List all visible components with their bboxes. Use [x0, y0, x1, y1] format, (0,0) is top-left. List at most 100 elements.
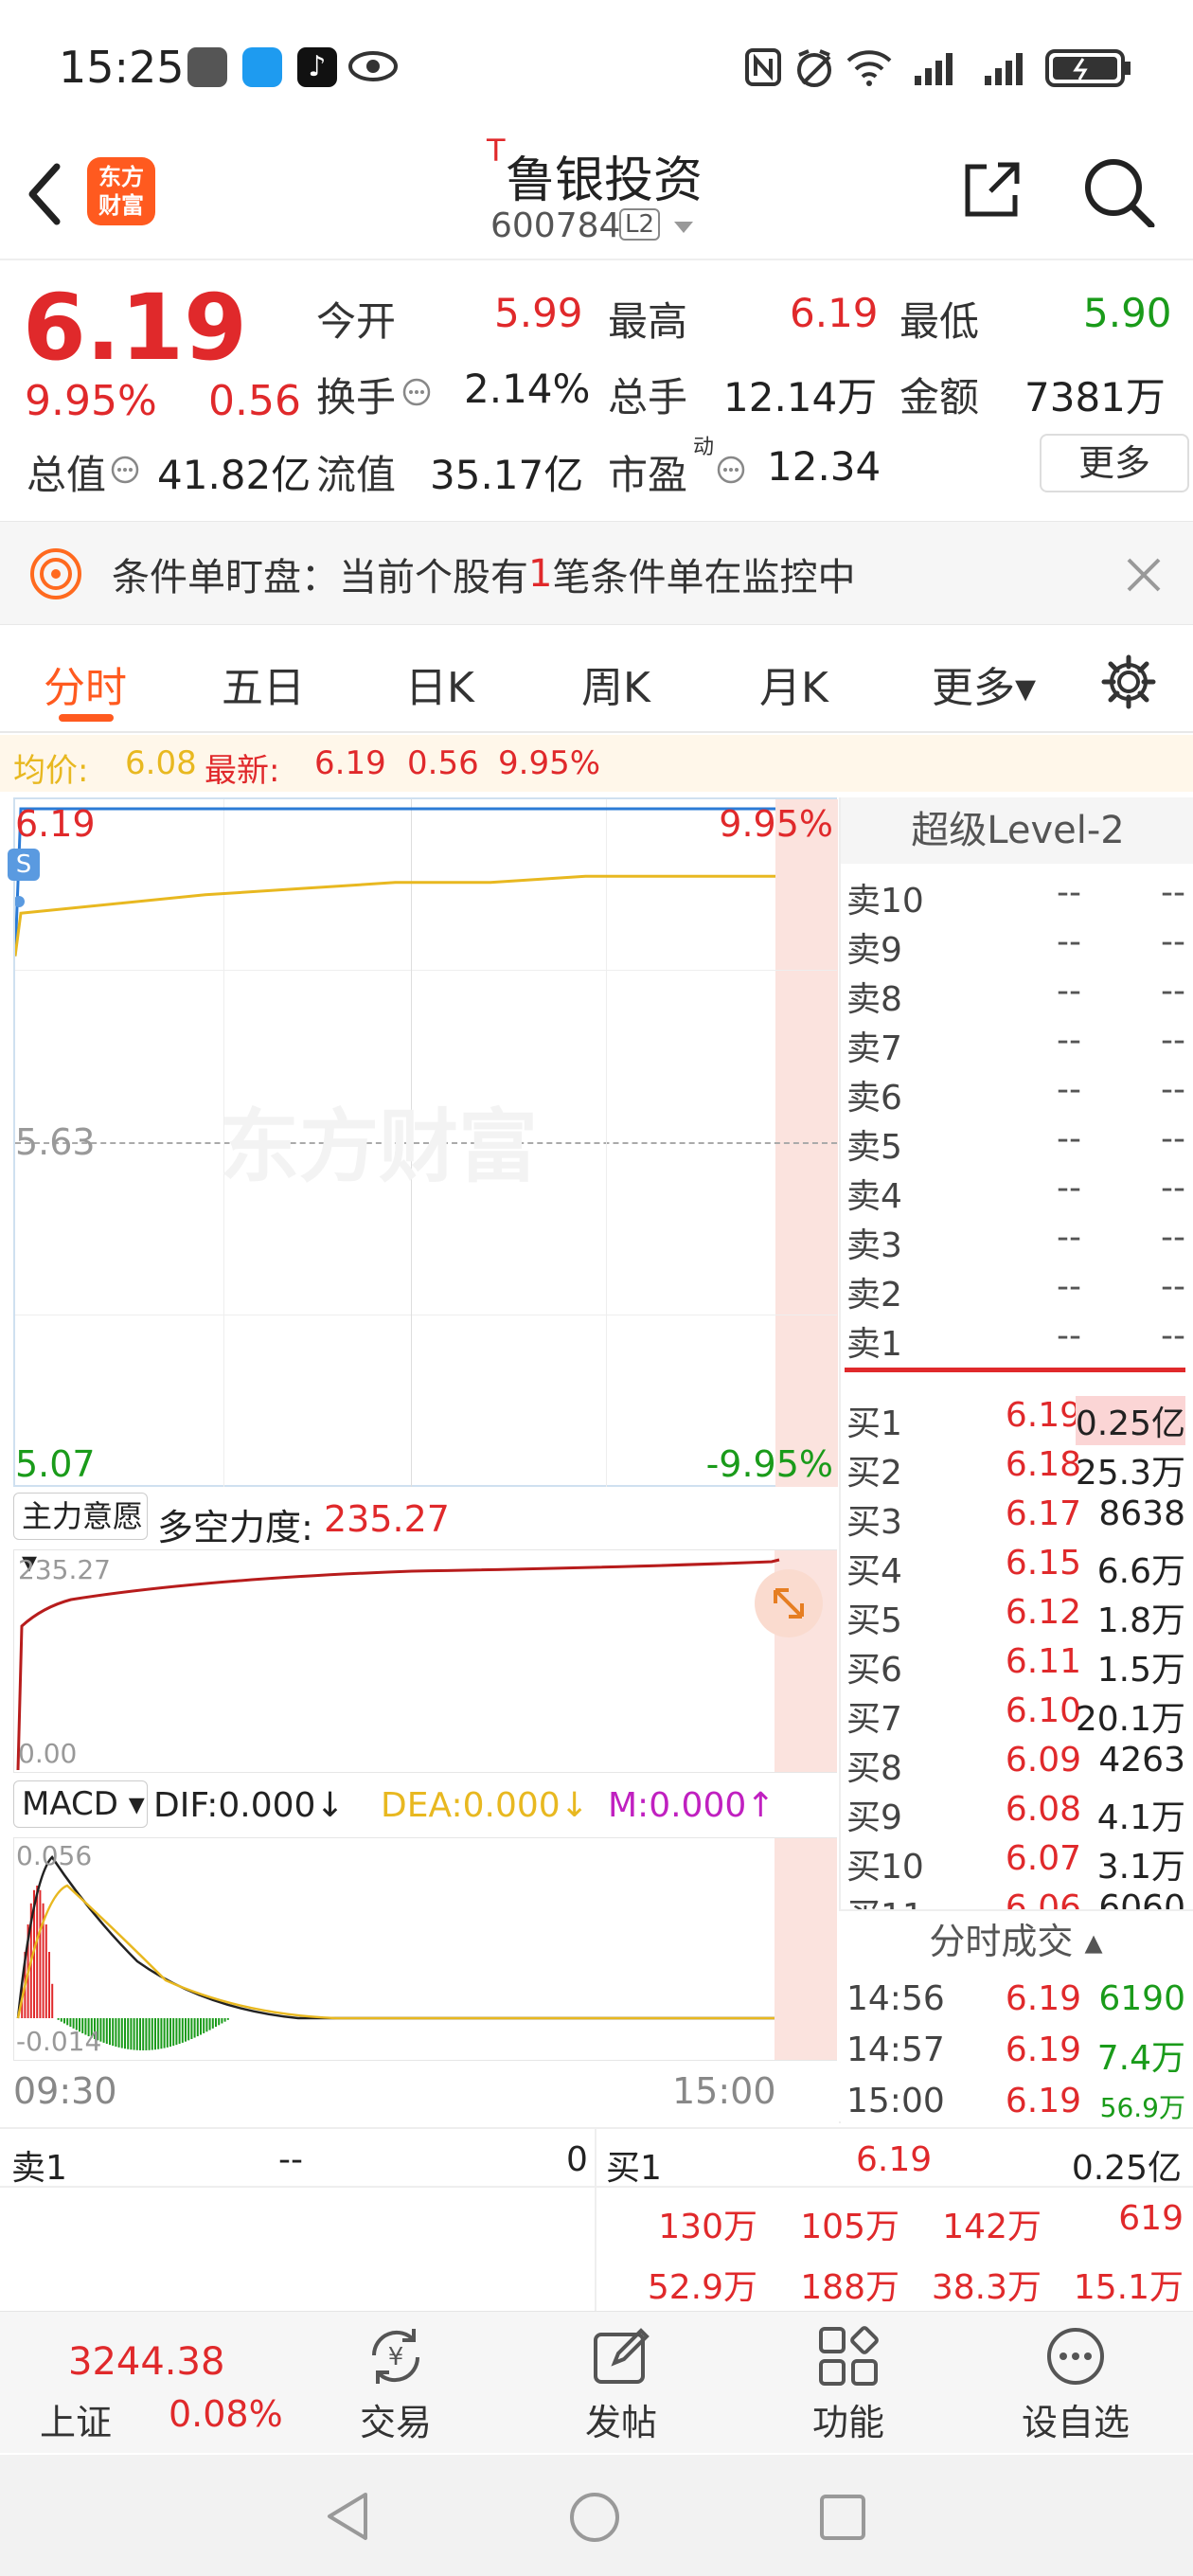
stock-code: 600784 [490, 206, 621, 245]
status-bar: 15:25 ♪ [0, 0, 1193, 133]
force-chart[interactable]: 235.27 0.00 [13, 1549, 837, 1773]
bid-row[interactable]: 买1 6.19 0.25亿 [845, 1390, 1193, 1445]
index-value: 3244.38 [68, 2340, 225, 2384]
trade-row: 14:56 6.19 6190 [845, 1974, 1193, 2023]
bid-row[interactable]: 买2 6.18 25.3万 [845, 1440, 1193, 1493]
gear-icon[interactable] [1100, 653, 1157, 710]
bid-row[interactable]: 买4 6.15 6.6万 [845, 1538, 1193, 1591]
close-icon[interactable] [1125, 556, 1163, 594]
macd-bar [157, 2018, 160, 2049]
ask-row[interactable]: 卖4 -- -- [845, 1163, 1193, 1216]
ask-row[interactable]: 卖10 -- -- [845, 868, 1193, 921]
macd-bar [124, 2018, 126, 2049]
macd-bar [223, 2018, 226, 2022]
ask-row[interactable]: 卖9 -- -- [845, 917, 1193, 970]
tab-indicator [59, 714, 114, 722]
macd-bar [208, 2018, 211, 2030]
bid-row[interactable]: 买10 6.07 3.1万 [845, 1834, 1193, 1887]
macd-bar [139, 2018, 141, 2050]
tab-more[interactable]: 更多▾ [932, 653, 1036, 714]
nav-functions[interactable]: 功能 [754, 2312, 943, 2454]
chevron-down-icon[interactable] [672, 220, 695, 235]
ask-row[interactable]: 卖3 -- -- [845, 1212, 1193, 1265]
selector-label: 主力意愿 [22, 1498, 144, 1534]
ask-row[interactable]: 卖2 -- -- [845, 1261, 1193, 1315]
indicator-selector[interactable]: 主力意愿 ▾ [13, 1493, 148, 1580]
ask-price: -- [1057, 1169, 1081, 1208]
target-icon [30, 548, 81, 599]
expand-icon[interactable] [755, 1569, 823, 1637]
bid-row[interactable]: 买11 6.06 6060 [845, 1883, 1193, 1909]
intraday-summary: 均价: 6.08 最新: 6.19 0.56 9.95% [0, 735, 1193, 792]
ask-volume: -- [1161, 873, 1185, 912]
signal-icon [915, 53, 953, 85]
tab-daily-k[interactable]: 日K [405, 653, 474, 714]
tab-five-day[interactable]: 五日 [222, 653, 305, 714]
more-button[interactable]: 更多 [1040, 434, 1189, 492]
system-nav-bar [0, 2455, 1193, 2576]
trade-list-title[interactable]: 分时成交 ▴ [839, 1909, 1193, 1970]
queue-sell-price: -- [278, 2140, 303, 2179]
nav-functions-label: 功能 [811, 2402, 884, 2443]
bid-row[interactable]: 买8 6.09 4263 [845, 1735, 1193, 1788]
macd-bar [193, 2018, 196, 2038]
bid-row[interactable]: 买7 6.10 20.1万 [845, 1686, 1193, 1739]
bid-label: 买2 [846, 1454, 902, 1493]
brand-logo[interactable]: 东方 财富 [87, 157, 155, 225]
ask-row[interactable]: 卖1 -- -- [845, 1311, 1193, 1364]
macd-chart[interactable]: 0.056 -0.014 [13, 1837, 837, 2061]
queue-buy-price: 6.19 [856, 2140, 933, 2179]
s-marker[interactable]: S [8, 849, 40, 881]
signal-icon [985, 53, 1023, 85]
alarm-icon [797, 49, 831, 87]
search-icon[interactable] [1081, 155, 1157, 227]
battery-icon [1045, 49, 1131, 87]
bid-row[interactable]: 买3 6.17 8638 [845, 1489, 1193, 1542]
tab-monthly-k[interactable]: 月K [759, 653, 828, 714]
bid-volume: 8638 [1098, 1494, 1185, 1533]
nav-trade[interactable]: ¥ 交易 [301, 2312, 490, 2454]
info-icon[interactable] [716, 455, 746, 485]
intraday-chart[interactable]: 东方财富 6.19 9.95% 5.63 5.07 -9.95% S [8, 797, 838, 1487]
tab-weekly-k[interactable]: 周K [581, 653, 650, 714]
queue-order: 130万 [658, 2208, 757, 2246]
queue-order: 105万 [800, 2208, 899, 2246]
nav-post[interactable]: 发帖 [526, 2312, 716, 2454]
info-icon[interactable] [401, 377, 432, 407]
macd-selector[interactable]: MACD ▾ [13, 1780, 148, 1828]
share-icon[interactable] [958, 157, 1024, 224]
bid-row[interactable]: 买6 6.11 1.5万 [845, 1637, 1193, 1690]
trade-time: 14:56 [846, 1979, 945, 2018]
bid-volume: 1.8万 [1096, 1601, 1185, 1640]
mid-price-label: 5.63 [15, 1121, 96, 1163]
macd-bar [175, 2018, 178, 2046]
queue-order: 52.9万 [647, 2268, 757, 2307]
latest-change: 0.56 [407, 744, 479, 782]
recent-apps-icon[interactable] [818, 2493, 867, 2542]
queue-order: 188万 [800, 2268, 899, 2307]
back-triangle-icon[interactable] [324, 2491, 371, 2542]
ask-volume: -- [1161, 972, 1185, 1011]
bid-price: 6.15 [1005, 1544, 1081, 1583]
bid-row[interactable]: 买9 6.08 4.1万 [845, 1784, 1193, 1837]
ask-price: -- [1057, 1021, 1081, 1060]
tab-intraday[interactable]: 分时 [44, 653, 127, 714]
ask-row[interactable]: 卖7 -- -- [845, 1015, 1193, 1068]
chart-tabs: 分时 五日 日K 周K 月K 更多▾ [0, 627, 1193, 733]
ask-row[interactable]: 卖5 -- -- [845, 1114, 1193, 1167]
back-arrow-icon[interactable] [21, 161, 68, 227]
condition-order-banner[interactable]: 条件单盯盘：当前个股有 1 笔条件单在监控中 [0, 521, 1193, 625]
bid-row[interactable]: 买5 6.12 1.8万 [845, 1587, 1193, 1640]
macd-bar [196, 2018, 199, 2037]
macd-bar [166, 2018, 169, 2048]
info-icon[interactable] [110, 455, 140, 485]
queue-order: 619 [1118, 2199, 1184, 2238]
macd-bar [135, 2018, 138, 2050]
nav-add-watchlist[interactable]: 设自选 [981, 2312, 1170, 2454]
ask-row[interactable]: 卖8 -- -- [845, 966, 1193, 1019]
volume-value: 12.14万 [723, 374, 878, 420]
home-circle-icon[interactable] [568, 2491, 621, 2544]
ask-row[interactable]: 卖6 -- -- [845, 1064, 1193, 1118]
index-ticker[interactable]: 3244.38 上证 0.08% [0, 2312, 284, 2454]
ask-label: 卖4 [846, 1177, 902, 1216]
